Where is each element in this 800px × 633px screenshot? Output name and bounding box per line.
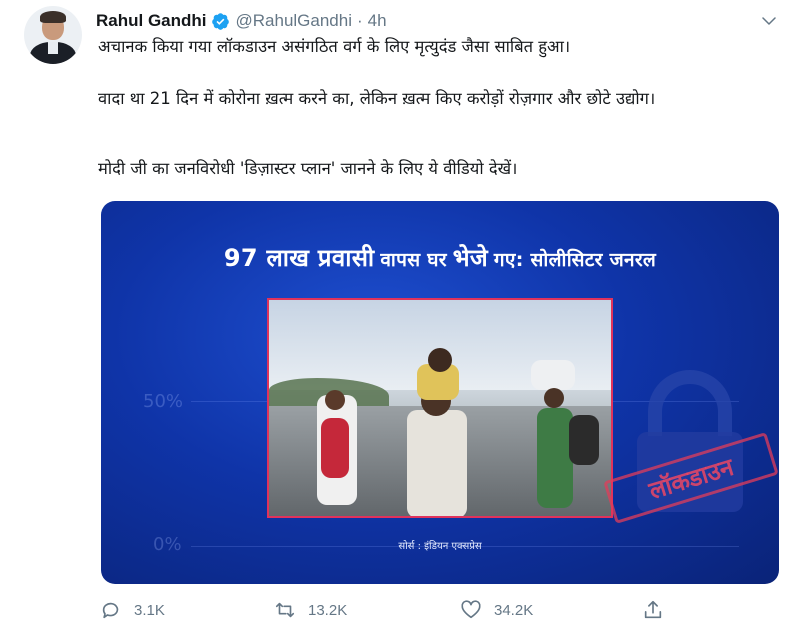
headline-part: भेजे (452, 244, 489, 272)
headline-part: 97 लाख प्रवासी (223, 244, 375, 272)
verified-badge-icon (211, 12, 229, 30)
like-button[interactable]: 34.2K (460, 598, 533, 622)
tweet-time[interactable]: 4h (368, 11, 387, 31)
headline-part: वापस घर (380, 249, 447, 271)
photo-figure (321, 418, 349, 478)
video-thumbnail[interactable]: 50% 0% 97 लाख प्रवासी वापस घर भेजे गए: स… (101, 201, 779, 584)
separator-dot: · (357, 11, 363, 30)
photo-figure (544, 388, 564, 408)
tweet-card[interactable]: Rahul Gandhi @RahulGandhi · 4h अचानक किय… (0, 0, 800, 633)
tweet-header: Rahul Gandhi @RahulGandhi · 4h (96, 9, 387, 33)
video-headline: 97 लाख प्रवासी वापस घर भेजे गए: सोलीसिटर… (101, 241, 779, 274)
like-count: 34.2K (494, 601, 534, 619)
headline-part: गए: सोलीसिटर जनरल (493, 249, 657, 271)
tweet-text-paragraph-2: वादा था 21 दिन में कोरोना ख़त्म करने का,… (98, 89, 656, 108)
migrant-photo (267, 298, 613, 518)
tweet-text-paragraph-3: मोदी जी का जनविरोधी 'डिज़ास्टर प्लान' जा… (98, 159, 518, 178)
heart-icon (461, 600, 481, 619)
photo-figure (428, 348, 452, 372)
photo-figure (569, 415, 599, 465)
tweet-actions: 3.1K 13.2K 34.2K (100, 598, 680, 622)
tweet-text-paragraph-1: अचानक किया गया लॉकडाउन असंगठित वर्ग के ल… (98, 37, 571, 56)
retweet-count: 13.2K (308, 601, 348, 619)
background-axis-label: 50% (143, 391, 184, 412)
share-icon (644, 600, 662, 619)
avatar-collar (48, 42, 58, 54)
reply-icon (102, 602, 119, 619)
author-name[interactable]: Rahul Gandhi (96, 11, 207, 31)
avatar-hair (40, 11, 66, 23)
photo-figure (537, 408, 573, 508)
reply-button[interactable]: 3.1K (100, 598, 165, 622)
video-source-caption: सोर्स : इंडियन एक्सप्रेस (398, 541, 482, 552)
share-button[interactable] (642, 598, 664, 622)
retweet-icon (275, 602, 295, 618)
photo-figure (325, 390, 345, 410)
chevron-down-icon[interactable] (760, 12, 778, 30)
avatar[interactable] (24, 6, 82, 64)
photo-figure (407, 410, 467, 516)
photo-figure (531, 360, 575, 390)
author-handle[interactable]: @RahulGandhi (236, 11, 353, 31)
reply-count: 3.1K (134, 601, 165, 619)
retweet-button[interactable]: 13.2K (274, 598, 347, 622)
